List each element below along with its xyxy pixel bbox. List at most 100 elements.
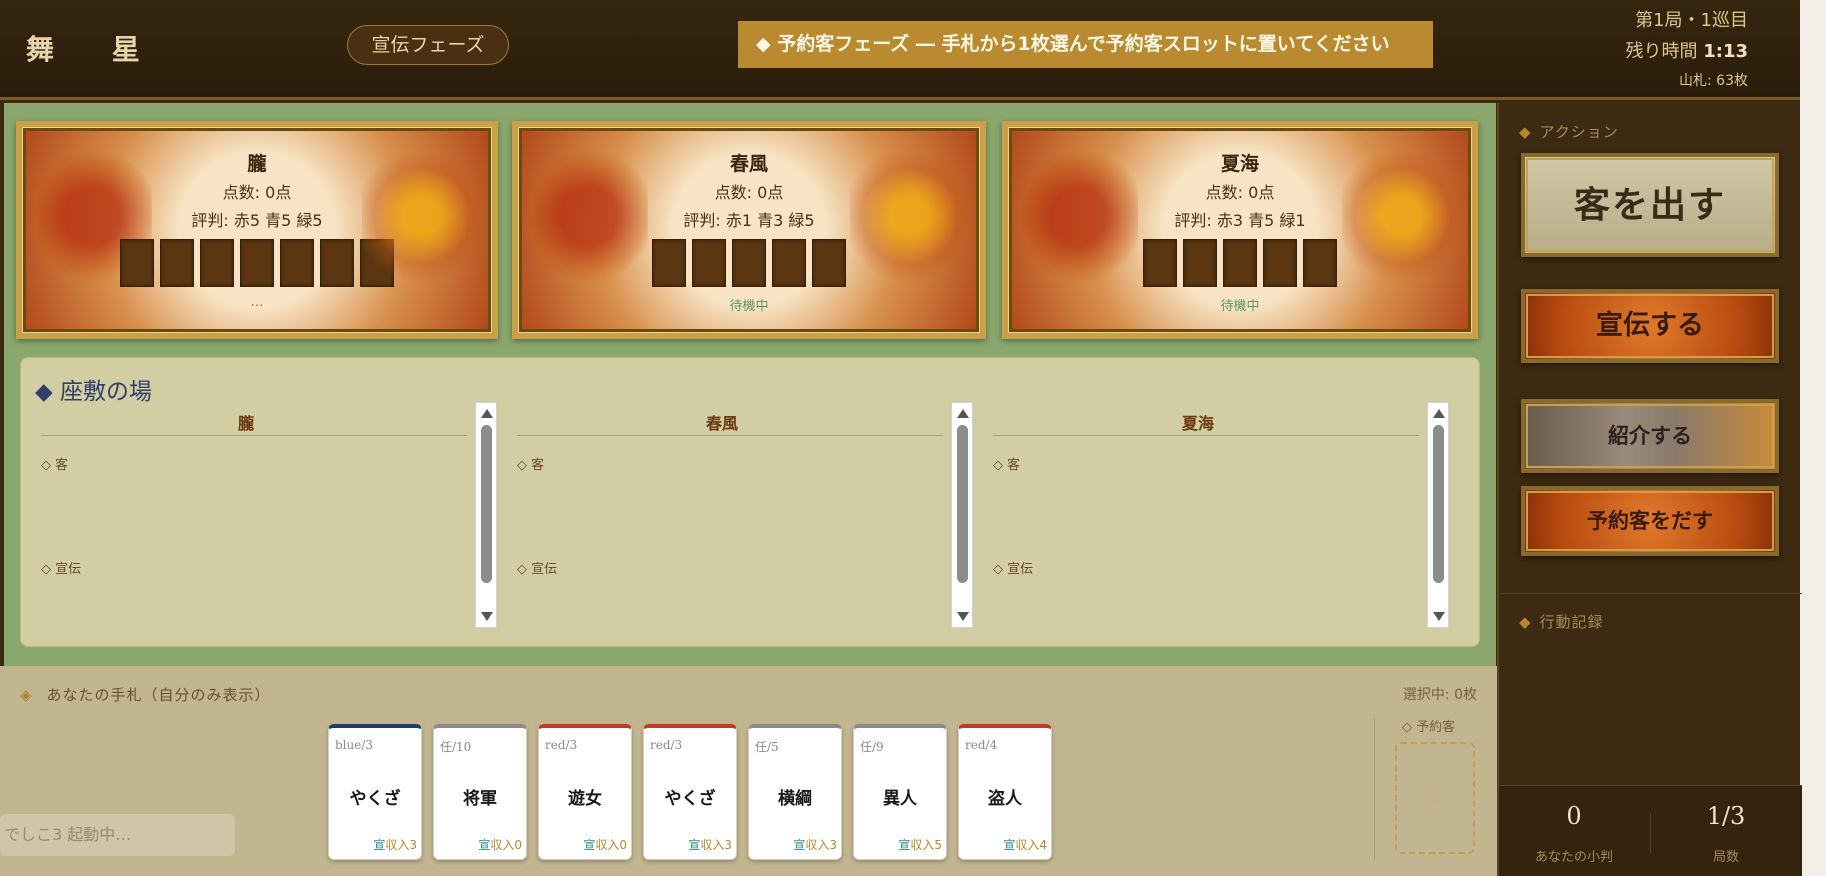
hand-card[interactable]: 任/5 横綱 宣収入3	[748, 724, 842, 860]
geisha-slots	[1008, 239, 1472, 287]
geisha-slot[interactable]	[120, 239, 154, 287]
hand-card[interactable]: red/3 やくざ 宣収入3	[643, 724, 737, 860]
diamond-icon: ◈	[20, 686, 33, 704]
room-name: 春風	[705, 414, 738, 433]
scroll-thumb[interactable]	[1433, 425, 1444, 583]
room-scrollbar[interactable]	[1427, 402, 1449, 628]
geisha-slot[interactable]	[732, 239, 766, 287]
action-log-header: ◆ 行動記録	[1519, 611, 1604, 632]
scroll-up-icon[interactable]	[1433, 409, 1445, 418]
introduce-button[interactable]: 紹介する	[1521, 399, 1779, 473]
reserve-slot[interactable]: 空	[1395, 742, 1475, 854]
house-name: 朧	[247, 153, 267, 175]
panel-divider	[1499, 593, 1802, 594]
card-name: 遊女	[568, 789, 602, 809]
hand-card[interactable]: blue/3 やくざ 宣収入3	[328, 724, 422, 860]
card-tag: 任/10	[440, 740, 472, 754]
card-income: 収入5	[910, 838, 942, 852]
room-promo-label: ◇ 宣伝	[993, 562, 1034, 577]
card-promo: 宣	[1003, 838, 1016, 852]
reserve-guest-button[interactable]: 予約客をだす	[1521, 486, 1779, 556]
card-name: 将軍	[463, 789, 497, 809]
scroll-up-icon[interactable]	[481, 409, 493, 418]
room-oboro[interactable]: 朧 ◇ 客 ◇ 宣伝	[33, 402, 499, 628]
zashiki-title: ◆ 座敷の場	[35, 379, 152, 405]
scroll-thumb[interactable]	[481, 425, 492, 583]
zashiki-area: ◆ 座敷の場 朧 ◇ 客 ◇ 宣伝 春風 ◇ 客 ◇ 宣伝 夏海 ◇ 客 ◇ 宣…	[20, 357, 1480, 647]
geisha-slots	[518, 239, 980, 287]
promote-button[interactable]: 宣伝する	[1521, 289, 1779, 363]
coins-value: 0	[1566, 802, 1582, 830]
geisha-slot[interactable]	[240, 239, 274, 287]
geisha-slot[interactable]	[772, 239, 806, 287]
card-footer: 宣収入3	[373, 836, 417, 853]
selected-count: 選択中: 0枚	[1402, 687, 1477, 703]
action-log-header-text: 行動記録	[1539, 613, 1604, 631]
player-stats: 0 あなたの小判 1/3 局数	[1499, 785, 1802, 876]
house-card-oboro[interactable]: 朧 点数: 0点 評判: 赤5 青5 緑5 …	[16, 121, 498, 339]
hand-card[interactable]: 任/9 異人 宣収入5	[853, 724, 947, 860]
scroll-down-icon[interactable]	[1433, 612, 1445, 621]
card-tag: 任/5	[755, 740, 779, 754]
card-tag: red/3	[545, 738, 578, 752]
house-card-harukaze[interactable]: 春風 点数: 0点 評判: 赤1 青3 緑5 待機中	[512, 121, 986, 339]
geisha-slot[interactable]	[652, 239, 686, 287]
hand-title-text: あなたの手札（自分のみ表示）	[46, 686, 271, 704]
geisha-slot[interactable]	[692, 239, 726, 287]
window-edge	[1800, 0, 1826, 876]
deck-count: 山札: 63枚	[1679, 73, 1748, 89]
room-name: 夏海	[1181, 414, 1214, 433]
house-name: 春風	[729, 153, 768, 175]
phase-pill-button[interactable]: 宣伝フェーズ	[347, 25, 509, 65]
geisha-slot[interactable]	[1223, 239, 1257, 287]
scroll-thumb[interactable]	[957, 425, 968, 583]
house-status: …	[250, 295, 264, 310]
room-guest-label: ◇ 客	[517, 458, 545, 473]
geisha-slot[interactable]	[160, 239, 194, 287]
action-panel: ◆ アクション 客を出す 宣伝する 紹介する 予約客をだす ◆ 行動記録 0 あなた…	[1497, 103, 1802, 876]
room-natsumi[interactable]: 夏海 ◇ 客 ◇ 宣伝	[985, 402, 1451, 628]
hand-card[interactable]: 任/10 将軍 宣収入0	[433, 724, 527, 860]
house-card-natsumi[interactable]: 夏海 点数: 0点 評判: 赤3 青5 緑1 待機中	[1002, 121, 1478, 339]
coins-label: あなたの小判	[1534, 850, 1613, 865]
room-divider	[993, 435, 1419, 436]
geisha-slot[interactable]	[200, 239, 234, 287]
round-info: 第1局・1巡目 残り時間 1:13 山札: 63枚	[1625, 5, 1748, 95]
card-name: やくざ	[664, 789, 716, 809]
scroll-down-icon[interactable]	[957, 612, 969, 621]
scroll-up-icon[interactable]	[957, 409, 969, 418]
actions-header: ◆ アクション	[1519, 121, 1619, 142]
rounds-value: 1/3	[1706, 802, 1746, 830]
scroll-down-icon[interactable]	[481, 612, 493, 621]
card-promo: 宣	[373, 838, 386, 852]
room-scrollbar[interactable]	[475, 402, 497, 628]
geisha-slot[interactable]	[812, 239, 846, 287]
top-bar: 舞 星 宣伝フェーズ ◆ 予約客フェーズ ― 手札から1枚選んで予約客スロットに…	[0, 0, 1800, 100]
geisha-slot[interactable]	[1303, 239, 1337, 287]
room-harukaze[interactable]: 春風 ◇ 客 ◇ 宣伝	[509, 402, 975, 628]
room-divider	[41, 435, 467, 436]
card-name: 盗人	[988, 789, 1022, 809]
diamond-icon: ◆	[1519, 613, 1532, 631]
geisha-slot[interactable]	[360, 239, 394, 287]
card-footer: 宣収入3	[688, 836, 732, 853]
house-status: 待機中	[1220, 299, 1260, 314]
room-scrollbar[interactable]	[951, 402, 973, 628]
room-promo-label: ◇ 宣伝	[41, 562, 82, 577]
card-income: 収入3	[700, 838, 732, 852]
dispatch-guest-button[interactable]: 客を出す	[1521, 153, 1779, 257]
round-indicator: 第1局・1巡目	[1635, 10, 1748, 31]
geisha-slot[interactable]	[320, 239, 354, 287]
card-promo: 宣	[793, 838, 806, 852]
hand-card[interactable]: red/4 盗人 宣収入4	[958, 724, 1052, 860]
geisha-slot[interactable]	[1183, 239, 1217, 287]
reserve-divider	[1374, 718, 1375, 860]
geisha-slot[interactable]	[280, 239, 314, 287]
timer-label: 残り時間	[1625, 41, 1698, 62]
hand-card[interactable]: red/3 遊女 宣収入0	[538, 724, 632, 860]
geisha-slot[interactable]	[1263, 239, 1297, 287]
hand-title: ◈ あなたの手札（自分のみ表示）	[20, 684, 271, 705]
geisha-slot[interactable]	[1143, 239, 1177, 287]
card-income: 収入3	[805, 838, 837, 852]
card-income: 収入0	[490, 838, 522, 852]
